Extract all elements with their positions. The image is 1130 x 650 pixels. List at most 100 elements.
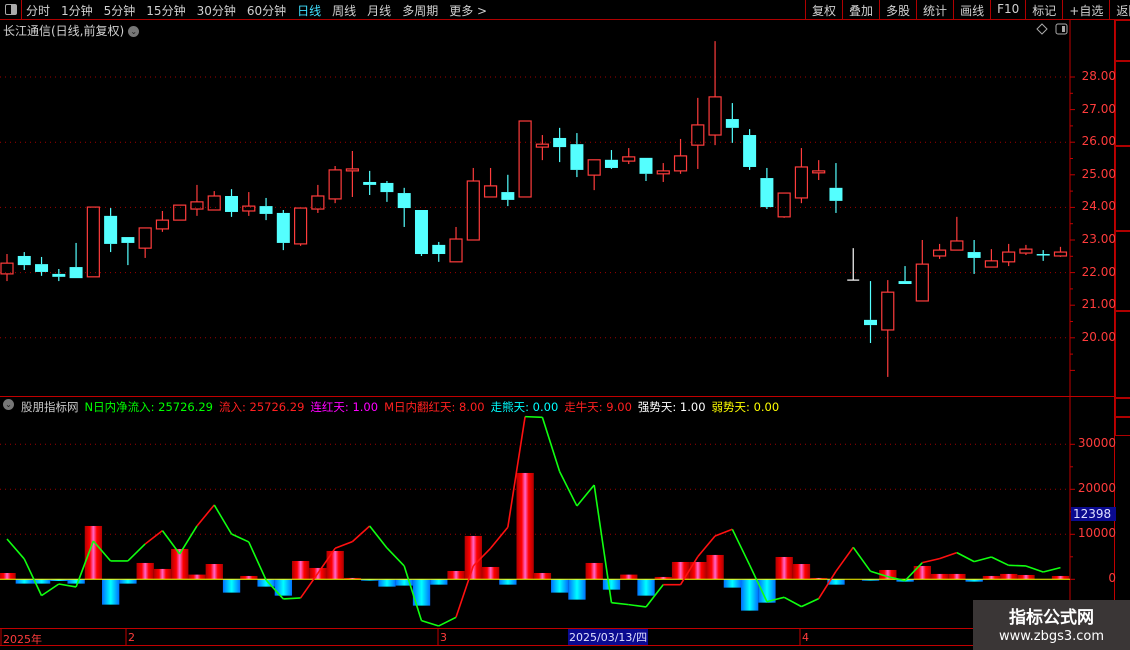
- candle-body: [397, 193, 411, 209]
- candle: [104, 208, 118, 253]
- net-inflow-line-segment: [351, 525, 371, 543]
- chevron-down-icon[interactable]: ⌄: [3, 399, 14, 410]
- candle: [86, 206, 100, 278]
- net-inflow-line-segment: [489, 526, 509, 549]
- candle-body: [708, 96, 722, 136]
- side-tab[interactable]: [1115, 416, 1130, 436]
- inflow-bar: [620, 574, 638, 580]
- candle-body: [760, 178, 774, 208]
- candle-body: [553, 137, 567, 148]
- indicator-value: 走熊天: 0.00: [490, 400, 559, 414]
- candle-body: [190, 201, 204, 210]
- inflow-bar: [205, 564, 223, 580]
- indicator-value: 连红天: 1.00: [310, 400, 379, 414]
- candle-body: [414, 210, 428, 255]
- side-tab[interactable]: [1115, 398, 1130, 418]
- inflow-bar: [689, 561, 707, 580]
- net-inflow-line-segment: [593, 484, 613, 603]
- indicator-value: N日内净流入: 25726.29: [84, 400, 214, 414]
- candle-body: [293, 207, 308, 245]
- inflow-bar: [533, 573, 552, 580]
- candle: [812, 160, 826, 181]
- candle-body: [587, 159, 601, 176]
- net-inflow-line-segment: [922, 557, 940, 564]
- net-inflow-line-segment: [818, 570, 837, 600]
- candle: [449, 226, 463, 263]
- candle: [518, 120, 532, 198]
- indicator-value: 弱势天: 0.00: [711, 400, 780, 414]
- outflow-bar: [637, 579, 655, 596]
- net-inflow-line-segment: [956, 551, 975, 563]
- candle: [535, 135, 549, 161]
- candle-body: [483, 185, 498, 198]
- candle-body: [35, 264, 49, 272]
- candle-body: [345, 168, 359, 172]
- inflow-bar: [188, 574, 206, 580]
- candle-body: [17, 255, 31, 266]
- diamond-icon[interactable]: [1036, 23, 1048, 35]
- net-inflow-line-segment: [283, 597, 301, 600]
- candle: [138, 227, 152, 258]
- candle-body: [363, 181, 377, 185]
- side-tab[interactable]: [1115, 20, 1130, 62]
- inflow-bar: [136, 562, 154, 580]
- candle-body: [518, 120, 532, 198]
- candle-body: [604, 159, 618, 168]
- candle: [380, 180, 394, 202]
- candle: [847, 248, 860, 281]
- candle-body: [1036, 254, 1050, 256]
- net-inflow-line-segment: [386, 547, 405, 567]
- candle-body: [501, 192, 515, 200]
- candle: [898, 266, 912, 285]
- net-inflow-line-segment: [541, 417, 561, 472]
- net-inflow-line-segment: [939, 551, 958, 560]
- candle: [1019, 244, 1033, 255]
- chart-canvas[interactable]: [0, 0, 1130, 650]
- price-tick-label: 27.00: [1081, 101, 1116, 116]
- candle: [1053, 246, 1068, 257]
- panel-icon[interactable]: [1055, 23, 1068, 35]
- candle: [881, 280, 895, 377]
- candle-body: [967, 252, 981, 258]
- candle-body: [225, 195, 239, 212]
- inflow-bar: [585, 562, 603, 580]
- net-inflow-line-segment: [628, 603, 647, 608]
- indicator-tick-label: 30000: [1077, 436, 1116, 451]
- candle: [915, 240, 929, 302]
- candle-body: [812, 170, 826, 174]
- candle: [17, 252, 31, 270]
- candle: [501, 174, 515, 207]
- side-tab[interactable]: [1115, 230, 1130, 312]
- side-tab[interactable]: [1115, 145, 1130, 232]
- candle-body: [915, 263, 929, 302]
- side-tab[interactable]: [1115, 310, 1130, 398]
- inflow-bar: [792, 564, 811, 580]
- candle-body: [242, 205, 256, 212]
- net-inflow-line-segment: [23, 558, 43, 596]
- time-tick-label: 2: [128, 631, 135, 644]
- candle: [432, 241, 446, 262]
- price-tick-label: 28.00: [1081, 69, 1116, 83]
- side-tab[interactable]: [1115, 60, 1130, 147]
- outflow-bar: [102, 579, 120, 605]
- net-inflow-line-segment: [973, 556, 992, 563]
- candle: [587, 159, 601, 191]
- candle: [743, 129, 757, 170]
- candle: [35, 256, 49, 276]
- inflow-bar: [84, 525, 103, 580]
- candle-body: [1019, 248, 1033, 254]
- candle: [932, 243, 947, 259]
- indicator-tick-label: 20000: [1077, 481, 1116, 496]
- candle-body: [535, 143, 549, 148]
- candle: [293, 207, 308, 246]
- net-inflow-line-segment: [421, 619, 439, 627]
- candle: [190, 184, 204, 216]
- candle: [777, 192, 791, 218]
- net-inflow-line-segment: [1008, 564, 1026, 567]
- candle-body: [691, 124, 705, 146]
- outflow-bar: [222, 579, 241, 593]
- watermark: 指标公式网 www.zbgs3.com: [973, 600, 1130, 650]
- time-tick-label: 3: [440, 631, 447, 644]
- candle-body: [276, 212, 290, 243]
- indicator-value: 强势天: 1.00: [637, 400, 706, 414]
